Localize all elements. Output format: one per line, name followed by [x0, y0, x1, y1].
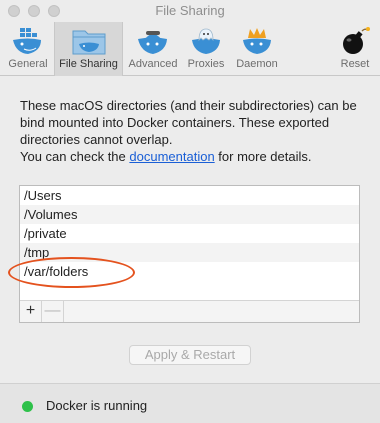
status-text: Docker is running	[46, 398, 148, 413]
bomb-icon	[343, 27, 370, 54]
minimize-window-button[interactable]	[28, 5, 40, 17]
list-controls: + —	[20, 300, 359, 322]
description: These macOS directories (and their subdi…	[20, 97, 365, 165]
whale-ghost-icon	[192, 28, 220, 54]
add-directory-button[interactable]: +	[20, 301, 42, 322]
tab-daemon[interactable]: Daemon	[231, 22, 283, 76]
whale-folder-icon	[72, 30, 105, 55]
tab-file-sharing-label: File Sharing	[59, 58, 118, 70]
list-item[interactable]: /private	[20, 224, 359, 243]
status-indicator-icon	[22, 401, 33, 412]
tab-general-label: General	[8, 58, 48, 70]
title-bar: File Sharing	[0, 0, 380, 22]
whale-icon	[13, 28, 41, 54]
tab-reset-label: Reset	[340, 58, 370, 70]
documentation-link[interactable]: documentation	[129, 149, 214, 164]
description-text: These macOS directories (and their subdi…	[20, 98, 357, 147]
tab-reset[interactable]: Reset	[333, 22, 377, 76]
zoom-window-button[interactable]	[48, 5, 60, 17]
tab-daemon-label: Daemon	[236, 58, 278, 70]
window-title: File Sharing	[155, 3, 225, 18]
preferences-toolbar: General File Sharing Advanced Proxies Da…	[0, 22, 380, 76]
help-prefix: You can check the	[20, 149, 130, 164]
tab-proxies-label: Proxies	[187, 58, 225, 70]
list-item[interactable]: /var/folders	[20, 262, 359, 281]
tab-file-sharing[interactable]: File Sharing	[54, 22, 123, 76]
help-suffix: for more details.	[214, 149, 312, 164]
apply-restart-button[interactable]: Apply & Restart	[129, 345, 251, 365]
whale-daemon-icon	[243, 28, 271, 54]
list-item[interactable]: /Volumes	[20, 205, 359, 224]
tab-advanced[interactable]: Advanced	[125, 22, 181, 76]
tab-advanced-label: Advanced	[128, 58, 178, 70]
tab-proxies[interactable]: Proxies	[183, 22, 229, 76]
tab-general[interactable]: General	[5, 22, 51, 76]
list-item[interactable]: /tmp	[20, 243, 359, 262]
close-window-button[interactable]	[8, 5, 20, 17]
status-bar: Docker is running	[0, 383, 380, 423]
shared-directories-list[interactable]: /Users /Volumes /private /tmp /var/folde…	[19, 185, 360, 323]
file-sharing-panel: These macOS directories (and their subdi…	[0, 77, 380, 383]
whale-gear-icon	[138, 31, 167, 54]
remove-directory-button[interactable]: —	[42, 301, 64, 322]
list-item[interactable]: /Users	[20, 186, 359, 205]
